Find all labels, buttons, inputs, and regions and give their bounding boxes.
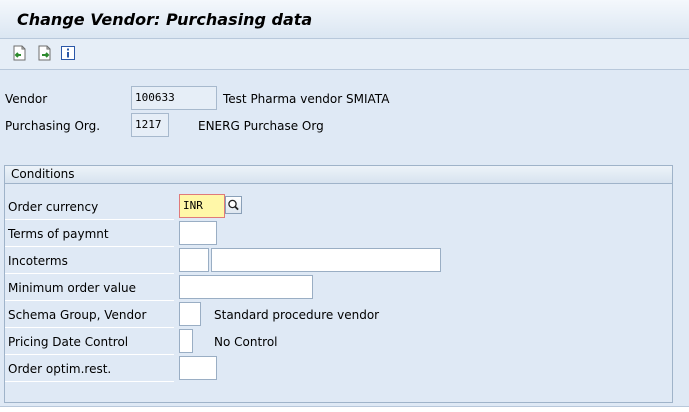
info-button[interactable]	[60, 45, 77, 61]
next-screen-button[interactable]	[36, 45, 53, 61]
order-optim-label: Order optim.rest.	[5, 356, 174, 382]
page-title: Change Vendor: Purchasing data	[17, 10, 313, 29]
incoterms-label: Incoterms	[5, 248, 174, 274]
search-icon	[228, 199, 239, 211]
minimum-order-value-field[interactable]	[179, 275, 313, 299]
vendor-label: Vendor	[5, 92, 48, 106]
title-bar: Change Vendor: Purchasing data	[0, 0, 689, 39]
pricing-date-control-label: Pricing Date Control	[5, 329, 174, 355]
order-optim-field[interactable]	[179, 356, 217, 380]
schema-group-field[interactable]	[179, 302, 201, 326]
incoterms-field[interactable]	[179, 248, 209, 272]
order-currency-field[interactable]: INR	[179, 194, 225, 218]
previous-screen-button[interactable]	[11, 45, 28, 61]
pricing-date-control-field[interactable]	[179, 329, 193, 353]
purch-org-label: Purchasing Org.	[5, 119, 101, 133]
terms-of-payment-field[interactable]	[179, 221, 217, 245]
vendor-field[interactable]: 100633	[131, 86, 217, 110]
bottom-divider	[0, 406, 689, 412]
incoterms-part2-field[interactable]	[211, 248, 441, 272]
conditions-group-title: Conditions	[5, 166, 672, 184]
order-currency-search-button[interactable]	[225, 196, 242, 214]
schema-group-label: Schema Group, Vendor	[5, 302, 174, 328]
purch-org-description: ENERG Purchase Org	[198, 119, 324, 133]
order-currency-label: Order currency	[5, 194, 174, 220]
terms-of-payment-label: Terms of paymnt	[5, 221, 174, 247]
info-icon	[61, 46, 75, 60]
schema-group-description: Standard procedure vendor	[214, 308, 380, 322]
pricing-date-control-description: No Control	[214, 335, 278, 349]
next-screen-icon	[38, 45, 51, 61]
vendor-description: Test Pharma vendor SMIATA	[223, 92, 390, 106]
minimum-order-value-label: Minimum order value	[5, 275, 174, 301]
application-toolbar	[0, 39, 689, 70]
purch-org-field[interactable]: 1217	[131, 113, 169, 137]
previous-screen-icon	[13, 45, 26, 61]
